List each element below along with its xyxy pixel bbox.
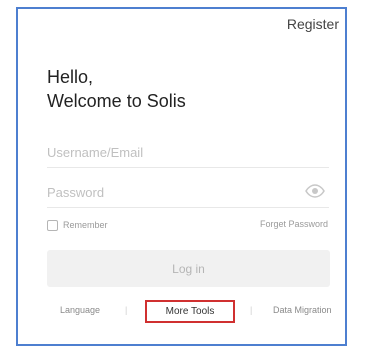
password-field[interactable] — [47, 181, 287, 203]
separator: | — [125, 305, 128, 315]
footer-tools: Language | More Tools | Data Migration — [18, 297, 349, 327]
password-field-wrapper — [47, 181, 329, 208]
eye-icon[interactable] — [305, 184, 325, 198]
register-link[interactable]: Register — [287, 16, 339, 32]
remember-checkbox[interactable] — [47, 219, 58, 231]
remember-option[interactable]: Remember — [47, 218, 108, 232]
separator: | — [250, 305, 253, 315]
forget-password-link[interactable]: Forget Password — [260, 219, 328, 229]
greeting-line-1: Hello, — [47, 67, 94, 87]
greeting-line-2: Welcome to Solis — [47, 91, 186, 111]
data-migration-link[interactable]: Data Migration — [273, 305, 332, 315]
username-field[interactable] — [47, 141, 287, 163]
login-button[interactable]: Log in — [47, 250, 330, 287]
greeting: Hello, Welcome to Solis — [47, 65, 186, 113]
more-tools-link[interactable]: More Tools — [145, 300, 235, 323]
login-panel: Register Hello, Welcome to Solis Remembe… — [16, 7, 347, 346]
language-link[interactable]: Language — [60, 305, 100, 315]
username-field-wrapper — [47, 141, 329, 168]
remember-label: Remember — [63, 220, 108, 230]
